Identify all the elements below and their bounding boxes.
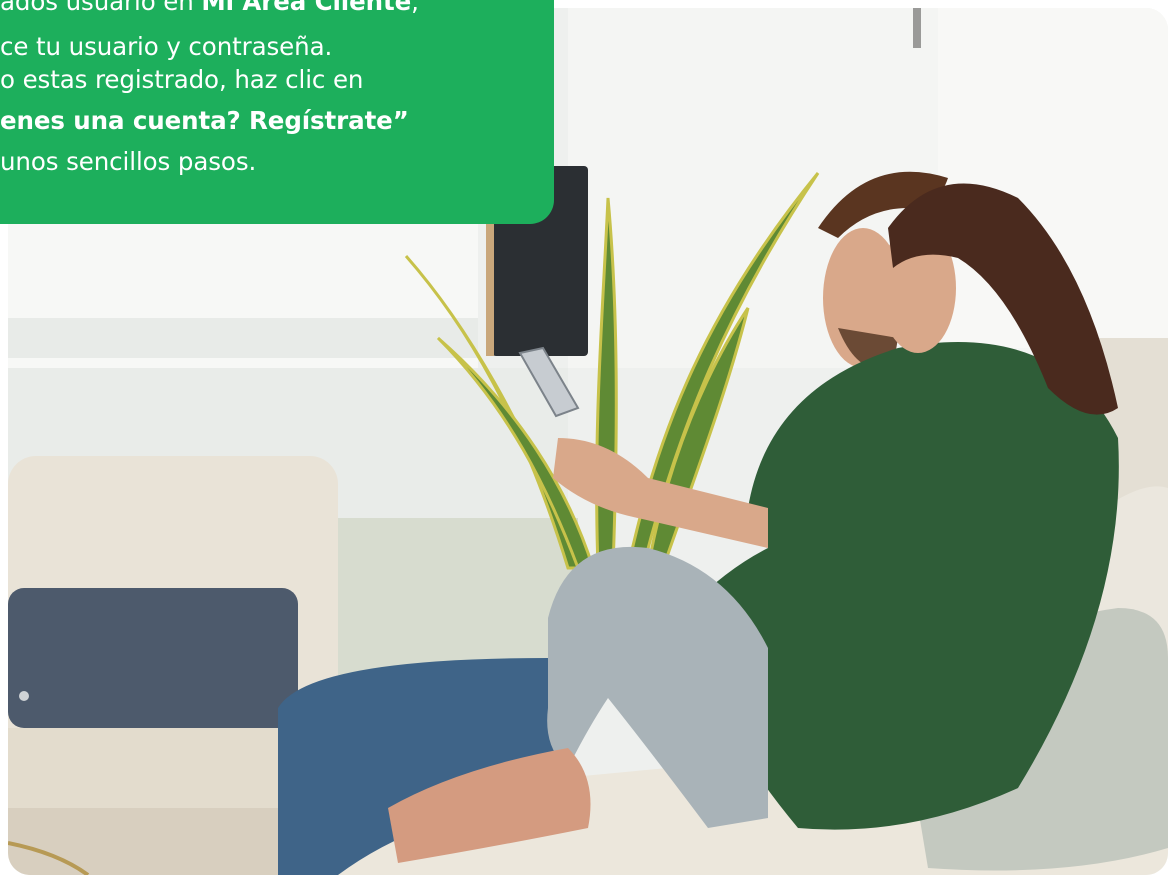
banner-line-3: o estas registrado, haz clic en bbox=[0, 65, 364, 94]
banner-line-1-text: ados usuario en bbox=[0, 0, 202, 16]
banner-line-1: ados usuario en Mi Área Cliente, bbox=[0, 0, 419, 15]
login-instructions-banner: ados usuario en Mi Área Cliente, ce tu u… bbox=[0, 0, 554, 224]
banner-line-2: ce tu usuario y contraseña. bbox=[0, 32, 333, 61]
page: ados usuario en Mi Área Cliente, ce tu u… bbox=[0, 0, 1168, 875]
register-prompt: enes una cuenta? Regístrate” bbox=[0, 106, 409, 135]
banner-line-5: unos sencillos pasos. bbox=[0, 147, 257, 176]
banner-line-1-suffix: , bbox=[411, 0, 419, 16]
client-area-name: Mi Área Cliente bbox=[201, 0, 412, 16]
